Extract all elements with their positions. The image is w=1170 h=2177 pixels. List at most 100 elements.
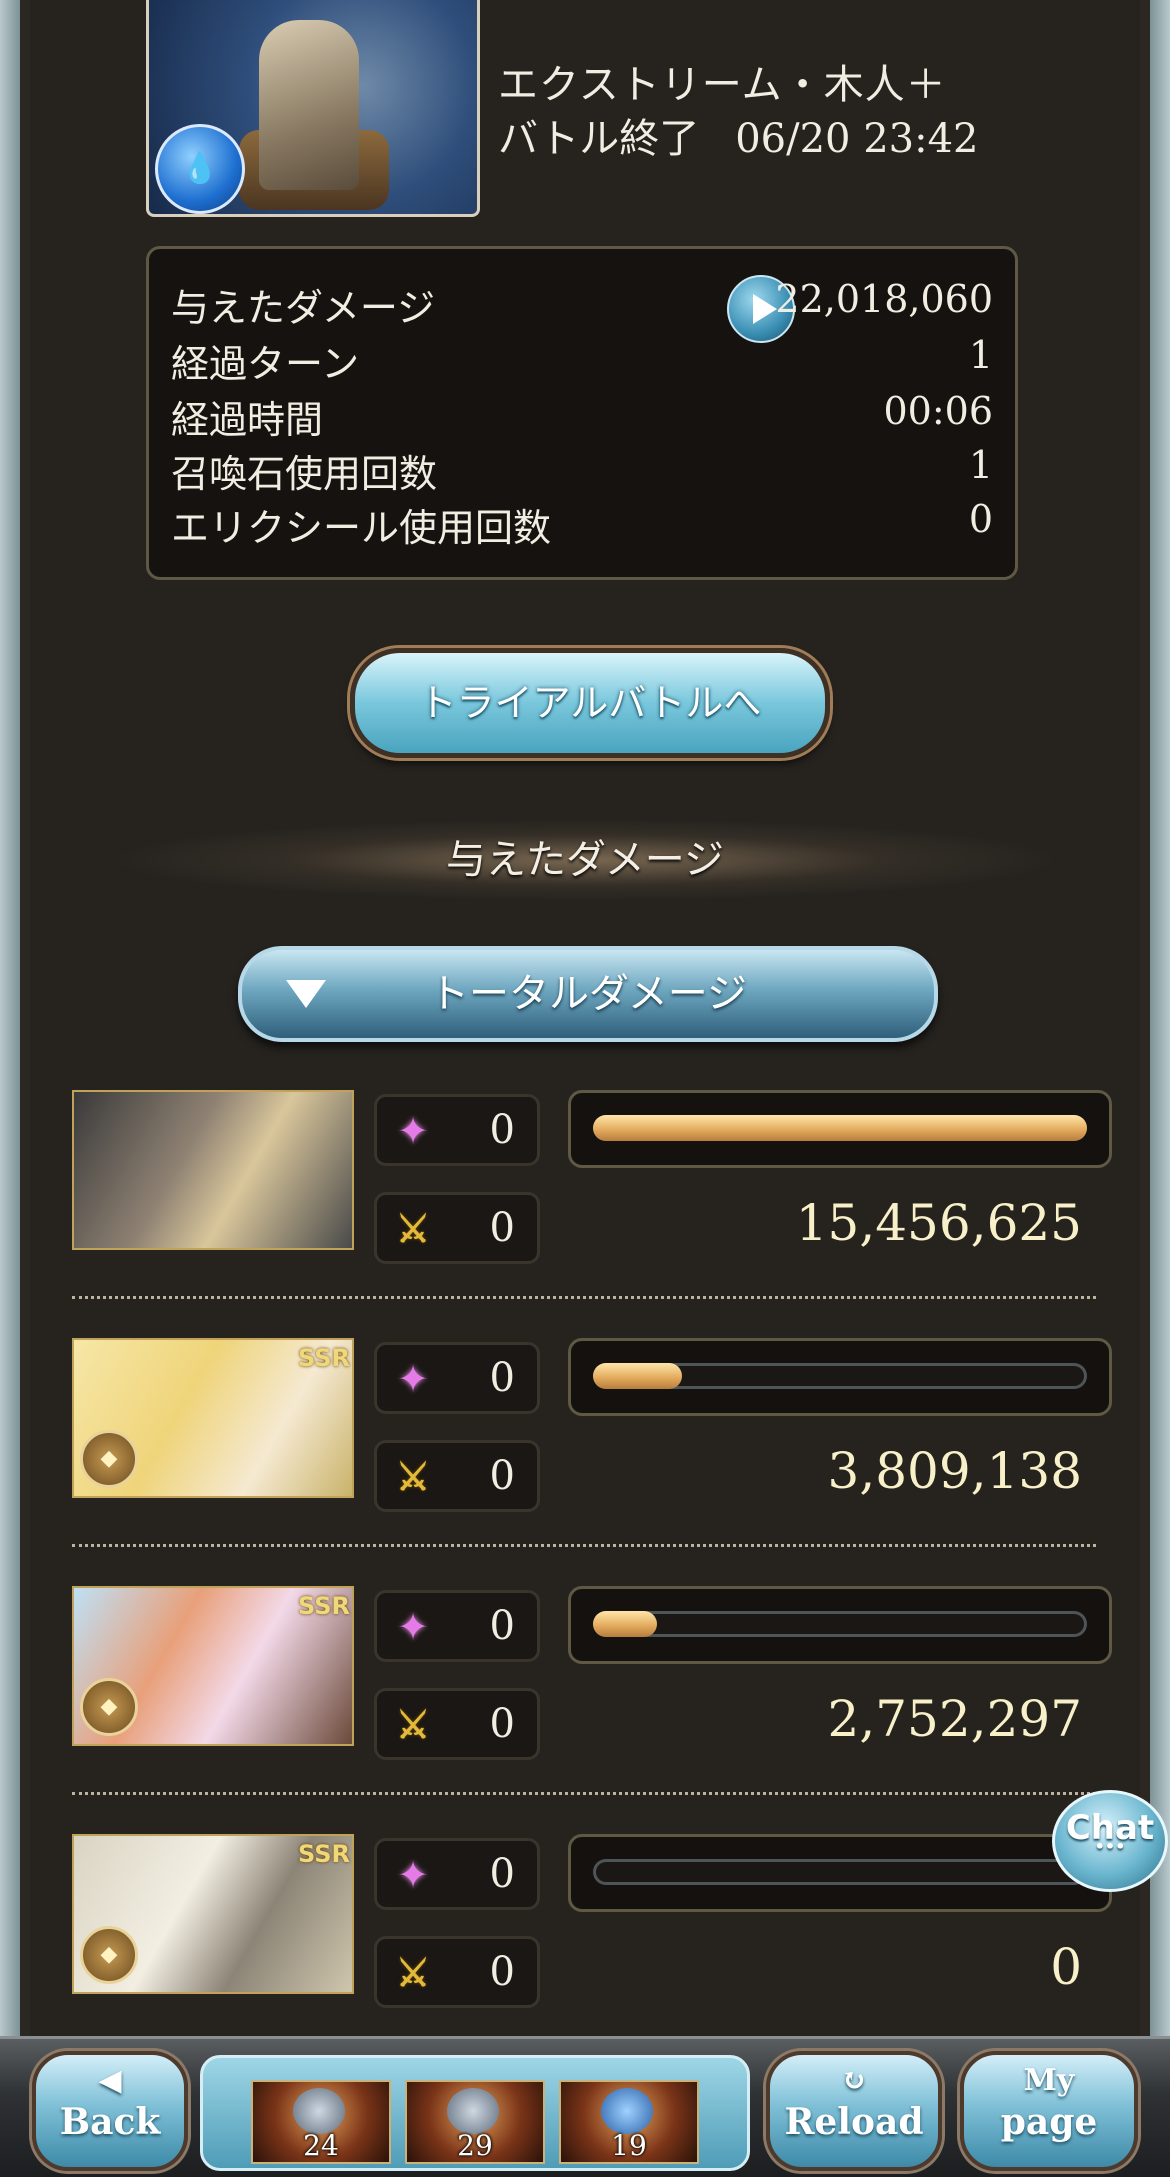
stat-value: 22,018,060 — [775, 277, 993, 321]
reload-label: Reload — [784, 2101, 924, 2143]
chat-dots-icon: ••• — [1094, 1837, 1126, 1856]
stat-row-elixirs: エリクシール使用回数 0 — [171, 497, 993, 551]
stat-row-time: 経過時間 00:06 — [171, 389, 993, 443]
stat-value: 1 — [968, 443, 993, 487]
rank-medal-icon: ◆ — [80, 1430, 138, 1488]
damage-bar — [568, 1090, 1112, 1168]
damage-bar-track — [593, 1611, 1087, 1637]
special-count: ✦ 0 — [374, 1838, 540, 1910]
damage-value: 15,456,625 — [795, 1194, 1082, 1252]
damage-bar-track — [593, 1115, 1087, 1141]
character-portrait-2[interactable]: SSR ◆ — [72, 1338, 354, 1498]
ssr-badge: SSR — [298, 1840, 350, 1868]
water-element-icon: 💧 — [155, 124, 245, 214]
character-portrait-4[interactable]: SSR ◆ — [72, 1834, 354, 1994]
stat-value: 0 — [968, 497, 993, 541]
stat-label: エリクシール使用回数 — [171, 506, 552, 550]
boss-thumbnail: 💧 — [146, 0, 480, 217]
battle-end-label: バトル終了 — [498, 116, 700, 162]
rank-medal-icon: ◆ — [80, 1678, 138, 1736]
mypage-label: page — [1000, 2101, 1098, 2143]
reload-icon: ↻ — [841, 2063, 867, 2098]
row-divider — [72, 1296, 1096, 1299]
damage-bar-fill — [593, 1363, 682, 1389]
battle-end-datetime: 06/20 23:42 — [735, 116, 979, 162]
damage-bar-fill — [593, 1115, 1087, 1141]
mypage-label-top: My — [1023, 2063, 1075, 2098]
stat-label: 与えたダメージ — [171, 286, 436, 330]
special-count-value: 0 — [489, 1107, 515, 1153]
sparkle-icon: ✦ — [397, 1357, 429, 1401]
stat-label: 経過時間 — [171, 398, 324, 442]
item-slot[interactable]: 24 — [251, 2080, 391, 2164]
back-button[interactable]: ◀ Back — [32, 2051, 188, 2171]
mypage-button[interactable]: My page — [960, 2051, 1138, 2171]
back-arrow-icon: ◀ — [98, 2063, 122, 2098]
reload-button[interactable]: ↻ Reload — [766, 2051, 942, 2171]
battle-stats-box: 与えたダメージ 22,018,060 経過ターン 1 経過時間 00:06 召喚… — [146, 246, 1018, 580]
stat-label: 召喚石使用回数 — [171, 452, 438, 496]
damage-value: 3,809,138 — [827, 1442, 1082, 1500]
section-title: 与えたダメージ — [120, 820, 1050, 900]
row-divider — [72, 1792, 1096, 1795]
damage-bar-fill — [593, 1611, 658, 1637]
damage-value: 2,752,297 — [827, 1690, 1082, 1748]
crossed-swords-icon: ⚔ — [395, 1206, 431, 1251]
item-icon — [447, 2088, 499, 2134]
special-count: ✦ 0 — [374, 1590, 540, 1662]
skill-count: ⚔ 0 — [374, 1440, 540, 1512]
ssr-badge: SSR — [298, 1344, 350, 1372]
trial-battle-button[interactable]: トライアルバトルへ — [350, 648, 830, 758]
special-count-value: 0 — [489, 1603, 515, 1649]
left-frame — [0, 0, 20, 2174]
character-row: SSR ◆ ✦ 0 ⚔ 0 2,752,297 — [72, 1586, 1112, 1760]
skill-count-value: 0 — [489, 1701, 515, 1747]
crossed-swords-icon: ⚔ — [395, 1702, 431, 1747]
stat-row-turns: 経過ターン 1 — [171, 333, 993, 387]
stat-value: 00:06 — [883, 389, 993, 433]
sparkle-icon: ✦ — [397, 1853, 429, 1897]
item-icon — [293, 2088, 345, 2134]
row-divider — [72, 1544, 1096, 1547]
skill-count-value: 0 — [489, 1205, 515, 1251]
crossed-swords-icon: ⚔ — [395, 1454, 431, 1499]
character-row: ✦ 0 ⚔ 0 15,456,625 — [72, 1090, 1112, 1264]
dropdown-selected: トータルダメージ — [429, 971, 747, 1017]
damage-bar — [568, 1586, 1112, 1664]
crossed-swords-icon: ⚔ — [395, 1950, 431, 1995]
rank-medal-icon: ◆ — [80, 1926, 138, 1984]
character-portrait-3[interactable]: SSR ◆ — [72, 1586, 354, 1746]
damage-bar — [568, 1338, 1112, 1416]
dropdown-arrow-icon — [286, 980, 326, 1008]
quest-name: エクストリーム・木人＋ — [498, 62, 947, 108]
damage-bar-track — [593, 1859, 1087, 1885]
stat-value: 1 — [968, 333, 993, 377]
stat-row-damage: 与えたダメージ 22,018,060 — [171, 275, 993, 343]
item-slot[interactable]: 19 — [559, 2080, 699, 2164]
back-label: Back — [59, 2101, 161, 2143]
bottom-nav-bar: ◀ Back 24 29 19 ↻ Reload My page — [0, 2036, 1170, 2177]
damage-bar — [568, 1834, 1112, 1912]
battle-end-line: バトル終了 06/20 23:42 — [498, 106, 978, 164]
damage-type-dropdown[interactable]: トータルダメージ — [238, 946, 938, 1042]
chat-button[interactable]: Chat ••• — [1052, 1790, 1168, 1892]
skill-count-value: 0 — [489, 1453, 515, 1499]
damage-value: 0 — [1050, 1938, 1082, 1996]
item-count: 24 — [303, 2129, 339, 2162]
skill-count: ⚔ 0 — [374, 1936, 540, 2008]
item-count: 19 — [611, 2129, 647, 2162]
special-count: ✦ 0 — [374, 1094, 540, 1166]
sparkle-icon: ✦ — [397, 1109, 429, 1153]
character-portrait-1[interactable] — [72, 1090, 354, 1250]
ssr-badge: SSR — [298, 1592, 350, 1620]
skill-count: ⚔ 0 — [374, 1192, 540, 1264]
boss-statue — [259, 20, 359, 190]
item-slot[interactable]: 29 — [405, 2080, 545, 2164]
skill-count: ⚔ 0 — [374, 1688, 540, 1760]
skill-count-value: 0 — [489, 1949, 515, 1995]
special-count-value: 0 — [489, 1851, 515, 1897]
item-tray: 24 29 19 — [200, 2055, 750, 2171]
stat-row-summons: 召喚石使用回数 1 — [171, 443, 993, 497]
item-icon — [601, 2088, 653, 2134]
special-count-value: 0 — [489, 1355, 515, 1401]
